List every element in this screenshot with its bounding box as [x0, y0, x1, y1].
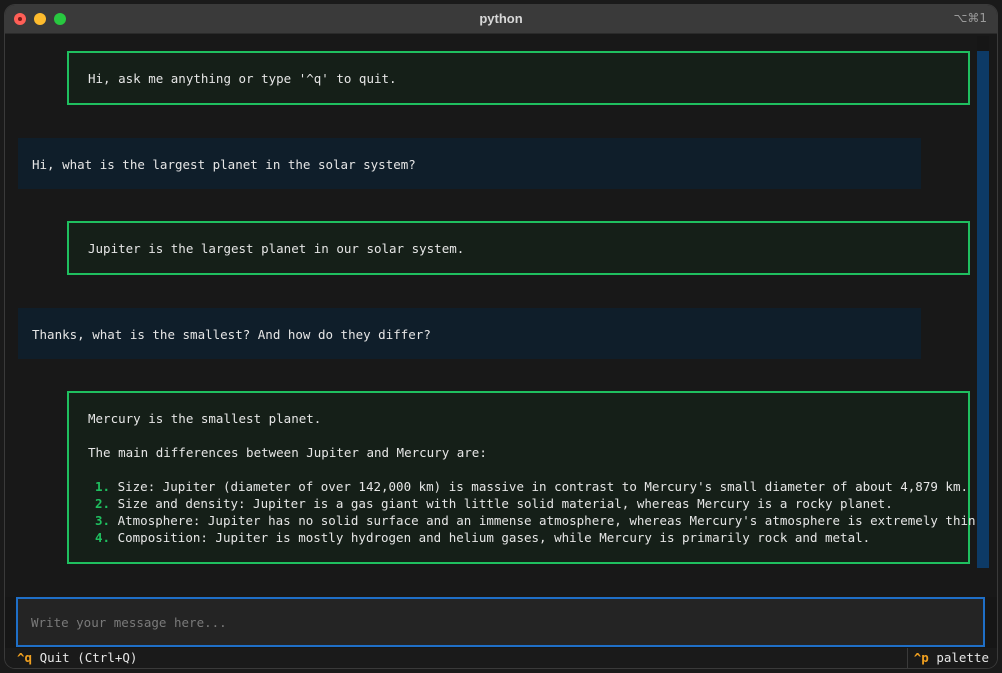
differences-list: 1. Size: Jupiter (diameter of over 142,0… [88, 478, 983, 546]
list-item: 2. Size and density: Jupiter is a gas gi… [95, 495, 968, 512]
chat-log[interactable]: Hi, ask me anything or type '^q' to quit… [5, 34, 997, 597]
assistant-message: Mercury is the smallest planet. The main… [67, 391, 983, 564]
message-text: Jupiter is the largest planet in our sol… [88, 241, 465, 256]
message-input-box [16, 597, 985, 647]
quit-binding[interactable]: ^q Quit (Ctrl+Q) [17, 648, 137, 668]
list-text: Composition: Jupiter is mostly hydrogen … [117, 530, 871, 545]
assistant-message: Hi, ask me anything or type '^q' to quit… [67, 51, 970, 105]
list-text: Size and density: Jupiter is a gas giant… [117, 496, 893, 511]
message-text: Hi, what is the largest planet in the so… [32, 157, 416, 172]
palette-binding[interactable]: ^p palette [906, 648, 989, 668]
palette-label: palette [936, 650, 989, 665]
message-input[interactable] [18, 599, 983, 645]
list-number: 3. [95, 513, 111, 528]
palette-key: ^p [913, 650, 929, 665]
list-item: 4. Composition: Jupiter is mostly hydrog… [95, 529, 968, 546]
list-item: 1. Size: Jupiter (diameter of over 142,0… [95, 478, 968, 495]
footer-bar: ^q Quit (Ctrl+Q) ^p palette [5, 648, 997, 668]
list-number: 4. [95, 530, 111, 545]
title-bar: python ⌥⌘1 [5, 5, 997, 34]
quit-key: ^q [17, 650, 33, 665]
quit-label: Quit (Ctrl+Q) [39, 650, 138, 665]
list-item: 3. Atmosphere: Jupiter has no solid surf… [95, 512, 983, 529]
window-shortcut: ⌥⌘1 [953, 11, 987, 25]
message-text: The main differences between Jupiter and… [88, 445, 487, 460]
scrollbar-thumb[interactable] [977, 51, 989, 568]
list-number: 2. [95, 496, 111, 511]
user-message: Thanks, what is the smallest? And how do… [18, 308, 921, 359]
window-title: python [479, 11, 523, 26]
message-text: Thanks, what is the smallest? And how do… [32, 327, 431, 342]
message-text: Hi, ask me anything or type '^q' to quit… [88, 71, 397, 86]
message-text: Mercury is the smallest planet. [88, 411, 322, 426]
list-text: Atmosphere: Jupiter has no solid surface… [117, 513, 984, 528]
terminal-window: python ⌥⌘1 Hi, ask me anything or type '… [5, 5, 997, 668]
list-text: Size: Jupiter (diameter of over 142,000 … [117, 479, 968, 494]
list-number: 1. [95, 479, 111, 494]
assistant-message: Jupiter is the largest planet in our sol… [67, 221, 970, 275]
user-message: Hi, what is the largest planet in the so… [18, 138, 921, 189]
